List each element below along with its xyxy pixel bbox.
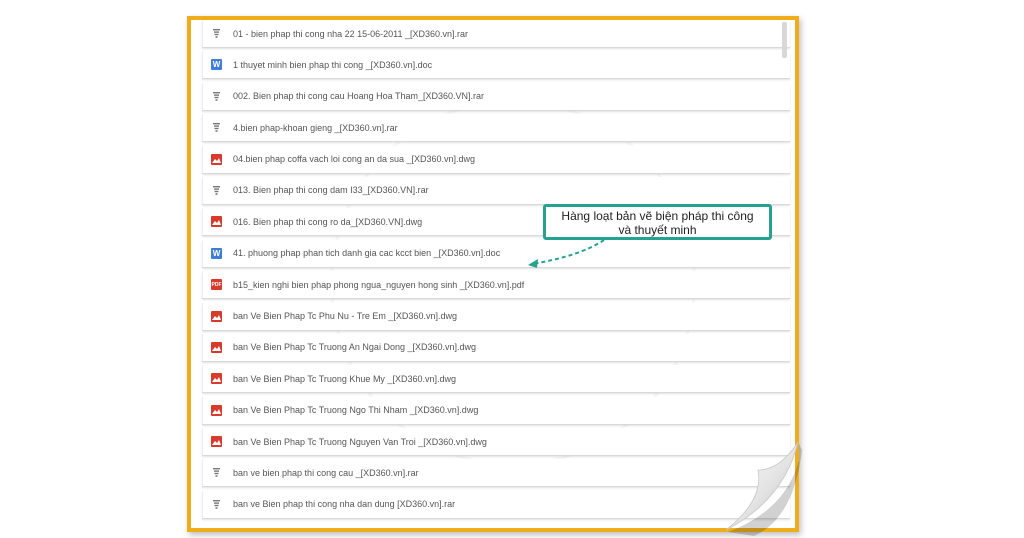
word-document-icon: W	[211, 59, 222, 71]
file-row[interactable]: ban Ve Bien Phap Tc Truong Ngo Thi Nham …	[202, 396, 790, 424]
file-name[interactable]: ban Ve Bien Phap Tc Phu Nu - Tre Em _[XD…	[233, 311, 457, 321]
file-name[interactable]: 04.bien phap coffa vach loi cong an da s…	[233, 154, 475, 164]
file-row[interactable]: 002. Bien phap thi cong cau Hoang Hoa Th…	[202, 82, 790, 110]
pdf-file-icon: PDF	[211, 279, 222, 291]
archive-icon	[211, 91, 222, 102]
file-name[interactable]: 4.bien phap-khoan gieng _[XD360.vn].rar	[233, 123, 398, 133]
file-row[interactable]: 4.bien phap-khoan gieng _[XD360.vn].rar	[202, 114, 790, 142]
file-name[interactable]: 01 - bien phap thi cong nha 22 15-06-201…	[233, 29, 468, 39]
file-name[interactable]: 41. phuong phap phan tich danh gia cac k…	[233, 248, 500, 258]
file-name[interactable]: ban Ve Bien Phap Tc Truong Nguyen Van Tr…	[233, 437, 487, 447]
image-file-icon	[211, 341, 222, 353]
file-row[interactable]: 01 - bien phap thi cong nha 22 15-06-201…	[202, 20, 790, 47]
archive-icon	[211, 122, 222, 133]
image-file-icon	[211, 404, 222, 416]
scrollbar[interactable]	[782, 22, 787, 58]
file-name[interactable]: ban Ve Bien Phap Tc Truong Ngo Thi Nham …	[233, 405, 478, 415]
file-name[interactable]: 1 thuyet minh bien phap thi cong _[XD360…	[233, 60, 432, 70]
file-row[interactable]: ban Ve Bien Phap Tc Truong An Ngai Dong …	[202, 333, 790, 361]
file-row[interactable]: ban Ve Bien Phap Tc Truong Nguyen Van Tr…	[202, 428, 790, 456]
callout-box: Hàng loạt bản vẽ biện pháp thi công và t…	[543, 204, 772, 240]
file-name[interactable]: 002. Bien phap thi cong cau Hoang Hoa Th…	[233, 91, 484, 101]
file-row[interactable]: ban Ve Bien Phap Tc Truong Khue My _[XD3…	[202, 365, 790, 393]
file-name[interactable]: b15_kien nghi bien phap phong ngua_nguye…	[233, 280, 524, 290]
file-row[interactable]: W 1 thuyet minh bien phap thi cong _[XD36…	[202, 51, 790, 79]
archive-icon	[211, 499, 222, 510]
image-file-icon	[211, 373, 222, 385]
file-name[interactable]: ban ve bien phap thi cong cau _[XD360.vn…	[233, 468, 419, 478]
image-file-icon	[211, 436, 222, 448]
file-list: 01 - bien phap thi cong nha 22 15-06-201…	[202, 20, 790, 522]
word-document-icon: W	[211, 247, 222, 259]
file-name[interactable]: 016. Bien phap thi cong ro da_[XD360.VN]…	[233, 217, 422, 227]
page-curl	[725, 441, 802, 536]
callout-line-1: Hàng loạt bản vẽ biện pháp thi công	[561, 209, 754, 223]
callout-arrow	[528, 239, 605, 268]
callout-line-2: và thuyết minh	[618, 223, 697, 237]
file-row[interactable]: W 41. phuong phap phan tich danh gia cac …	[202, 239, 790, 267]
image-file-icon	[211, 153, 222, 165]
archive-icon	[211, 185, 222, 196]
archive-icon	[211, 467, 222, 478]
file-name[interactable]: 013. Bien phap thi cong dam I33_[XD360.V…	[233, 185, 429, 195]
file-name[interactable]: ban ve Bien phap thi cong nha dan dung […	[233, 499, 455, 509]
file-row[interactable]: 013. Bien phap thi cong dam I33_[XD360.V…	[202, 176, 790, 204]
image-file-icon	[211, 310, 222, 322]
file-row[interactable]: ban ve Bien phap thi cong nha dan dung […	[202, 490, 790, 518]
file-row[interactable]: ban Ve Bien Phap Tc Phu Nu - Tre Em _[XD…	[202, 302, 790, 330]
file-row[interactable]: ban ve bien phap thi cong cau _[XD360.vn…	[202, 459, 790, 487]
file-row[interactable]: 04.bien phap coffa vach loi cong an da s…	[202, 145, 790, 173]
image-file-icon	[211, 216, 222, 228]
file-name[interactable]: ban Ve Bien Phap Tc Truong An Ngai Dong …	[233, 342, 476, 352]
file-row[interactable]: PDF b15_kien nghi bien phap phong ngua_ng…	[202, 271, 790, 299]
file-name[interactable]: ban Ve Bien Phap Tc Truong Khue My _[XD3…	[233, 374, 456, 384]
archive-icon	[211, 28, 222, 39]
